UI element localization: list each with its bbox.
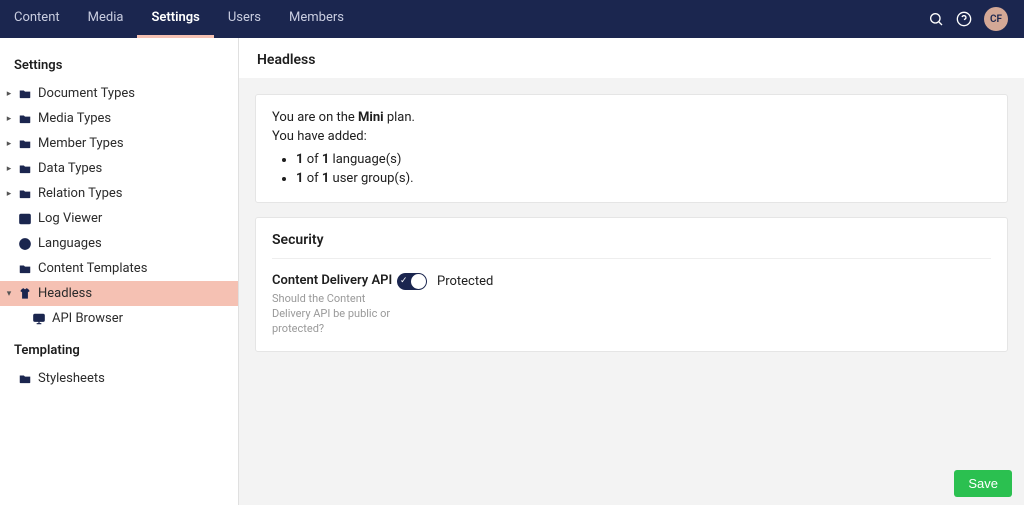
sidebar-item-label: Member Types xyxy=(38,136,124,151)
help-icon[interactable] xyxy=(956,11,972,27)
sidebar-item-label: Headless xyxy=(38,286,92,301)
folder-icon xyxy=(16,137,34,151)
tab-media[interactable]: Media xyxy=(74,0,138,38)
sidebar-item-label: API Browser xyxy=(52,311,123,326)
terminal-icon xyxy=(16,212,34,226)
plan-languages: 1 of 1 language(s) xyxy=(296,151,991,170)
sidebar-item-stylesheets[interactable]: Stylesheets xyxy=(0,366,238,391)
avatar[interactable]: CF xyxy=(984,7,1008,31)
tab-users[interactable]: Users xyxy=(214,0,275,38)
sidebar-item-label: Relation Types xyxy=(38,186,122,201)
sidebar-item-data-types[interactable]: ▸ Data Types xyxy=(0,156,238,181)
plan-prefix: You are on the xyxy=(272,110,358,125)
plan-suffix: plan. xyxy=(384,110,415,125)
sidebar-item-label: Document Types xyxy=(38,86,135,101)
tab-settings[interactable]: Settings xyxy=(137,0,213,38)
chevron-icon[interactable]: ▸ xyxy=(4,164,14,174)
api-help: Should the Content Delivery API be publi… xyxy=(272,292,397,337)
sidebar: Settings ▸ Document Types ▸ Media Types ▸ Mem… xyxy=(0,38,239,505)
chevron-icon[interactable]: ▸ xyxy=(4,89,14,99)
chevron-icon[interactable]: ▾ xyxy=(4,289,14,299)
folder-icon xyxy=(16,262,34,276)
sidebar-item-document-types[interactable]: ▸ Document Types xyxy=(0,81,238,106)
sidebar-item-member-types[interactable]: ▸ Member Types xyxy=(0,131,238,156)
sidebar-item-label: Log Viewer xyxy=(38,211,102,226)
plan-card: You are on the Mini plan. You have added… xyxy=(255,94,1008,203)
sidebar-section-settings: Settings xyxy=(0,46,238,81)
sidebar-item-api-browser[interactable]: API Browser xyxy=(0,306,238,331)
sidebar-item-label: Content Templates xyxy=(38,261,147,276)
sidebar-item-label: Languages xyxy=(38,236,102,251)
page-title: Headless xyxy=(239,38,1024,78)
plan-groups: 1 of 1 user group(s). xyxy=(296,170,991,189)
folder-icon xyxy=(16,112,34,126)
plan-name: Mini xyxy=(358,110,384,125)
security-heading: Security xyxy=(272,232,991,259)
save-button[interactable]: Save xyxy=(954,470,1012,497)
api-toggle-label: Protected xyxy=(437,274,493,289)
sidebar-item-relation-types[interactable]: ▸ Relation Types xyxy=(0,181,238,206)
search-icon[interactable] xyxy=(928,11,944,27)
chevron-icon[interactable]: ▸ xyxy=(4,139,14,149)
folder-icon xyxy=(16,162,34,176)
sidebar-section-templating: Templating xyxy=(0,331,238,366)
top-nav-tabs: ContentMediaSettingsUsersMembers xyxy=(0,0,358,38)
api-label: Content Delivery API xyxy=(272,273,397,288)
api-toggle[interactable]: ✓ xyxy=(397,273,427,290)
top-nav-right: CF xyxy=(928,0,1016,38)
folder-icon xyxy=(16,372,34,386)
chevron-icon[interactable]: ▸ xyxy=(4,114,14,124)
plan-added: You have added: xyxy=(272,129,367,144)
shirt-icon xyxy=(16,287,34,301)
sidebar-item-log-viewer[interactable]: Log Viewer xyxy=(0,206,238,231)
sidebar-item-languages[interactable]: Languages xyxy=(0,231,238,256)
sidebar-item-label: Media Types xyxy=(38,111,111,126)
sidebar-item-label: Stylesheets xyxy=(38,371,105,386)
sidebar-item-label: Data Types xyxy=(38,161,102,176)
sidebar-item-media-types[interactable]: ▸ Media Types xyxy=(0,106,238,131)
chevron-icon[interactable]: ▸ xyxy=(4,189,14,199)
sidebar-item-headless[interactable]: ▾ Headless xyxy=(0,281,238,306)
globe-icon xyxy=(16,237,34,251)
sidebar-item-content-templates[interactable]: Content Templates xyxy=(0,256,238,281)
folder-icon xyxy=(16,187,34,201)
security-card: Security Content Delivery API Should the… xyxy=(255,217,1008,352)
folder-icon xyxy=(16,87,34,101)
monitor-icon xyxy=(30,312,48,326)
tab-content[interactable]: Content xyxy=(0,0,74,38)
top-nav: ContentMediaSettingsUsersMembers CF xyxy=(0,0,1024,38)
content: Headless You are on the Mini plan. You h… xyxy=(239,38,1024,505)
tab-members[interactable]: Members xyxy=(275,0,358,38)
check-icon: ✓ xyxy=(400,276,408,286)
main: Settings ▸ Document Types ▸ Media Types ▸ Mem… xyxy=(0,38,1024,505)
